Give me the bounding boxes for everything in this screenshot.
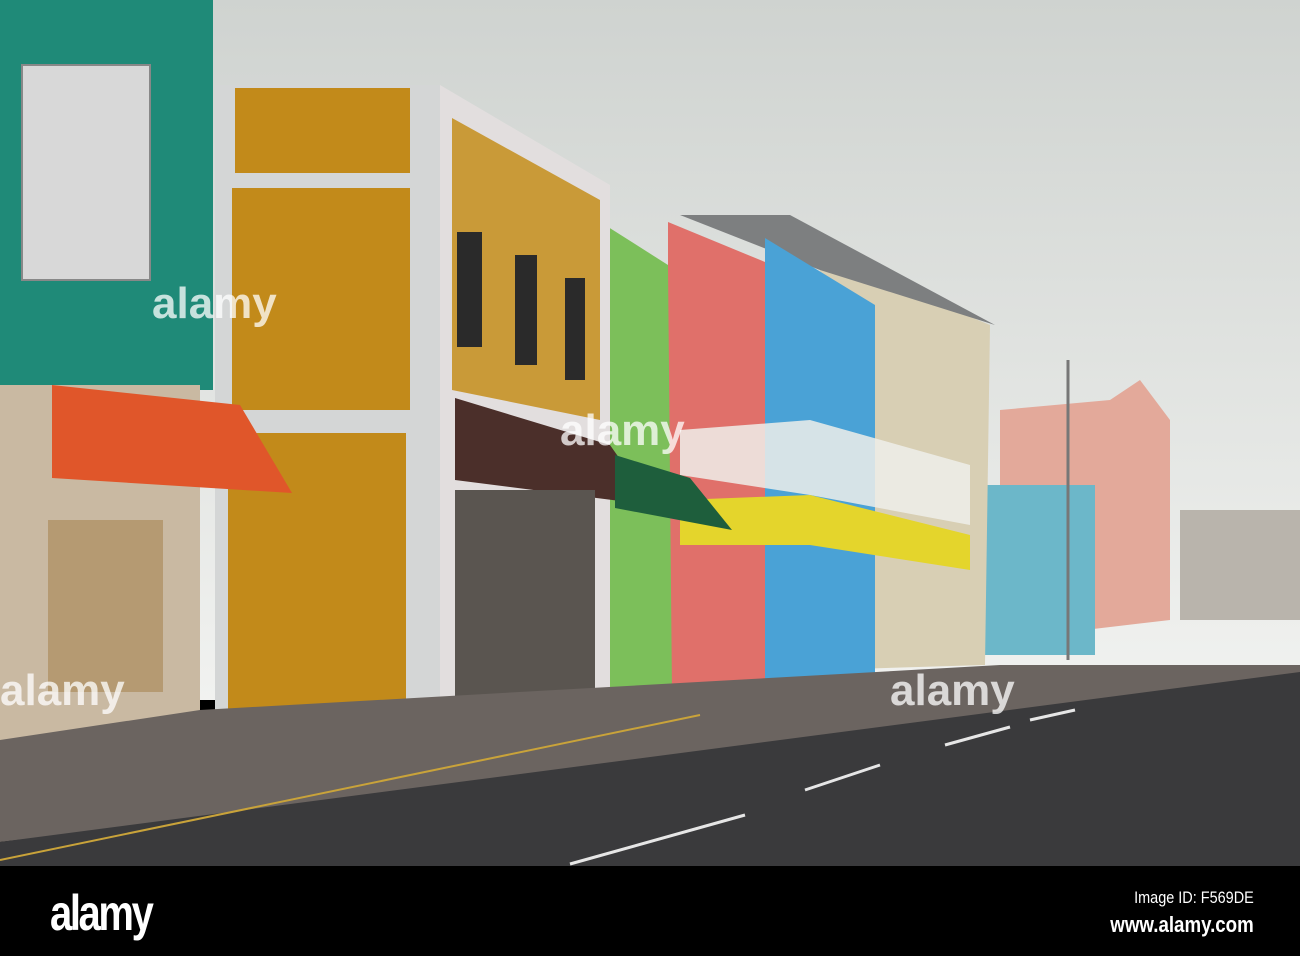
shuttered-window [21, 64, 151, 281]
site-url: www.alamy.com [1110, 912, 1254, 937]
street-photo: alamy alamy alamy alamy [0, 0, 1300, 866]
image-id: Image ID: F569DE [1134, 888, 1254, 907]
distant-building [1180, 510, 1300, 620]
window [515, 255, 537, 365]
mustard-panel [235, 88, 410, 173]
watermark: alamy [152, 279, 277, 328]
window [457, 232, 482, 347]
distant-blue-building [985, 485, 1095, 655]
window [565, 278, 585, 380]
footer-bar: alamy Image ID: F569DE www.alamy.com [0, 866, 1300, 956]
watermark: alamy [890, 666, 1015, 715]
alamy-logo: alamy [50, 885, 154, 941]
watermark: alamy [0, 666, 125, 715]
watermark: alamy [560, 406, 685, 455]
stock-photo-page: alamy alamy alamy alamy alamy Image ID: … [0, 0, 1300, 956]
security-gate [455, 490, 595, 705]
